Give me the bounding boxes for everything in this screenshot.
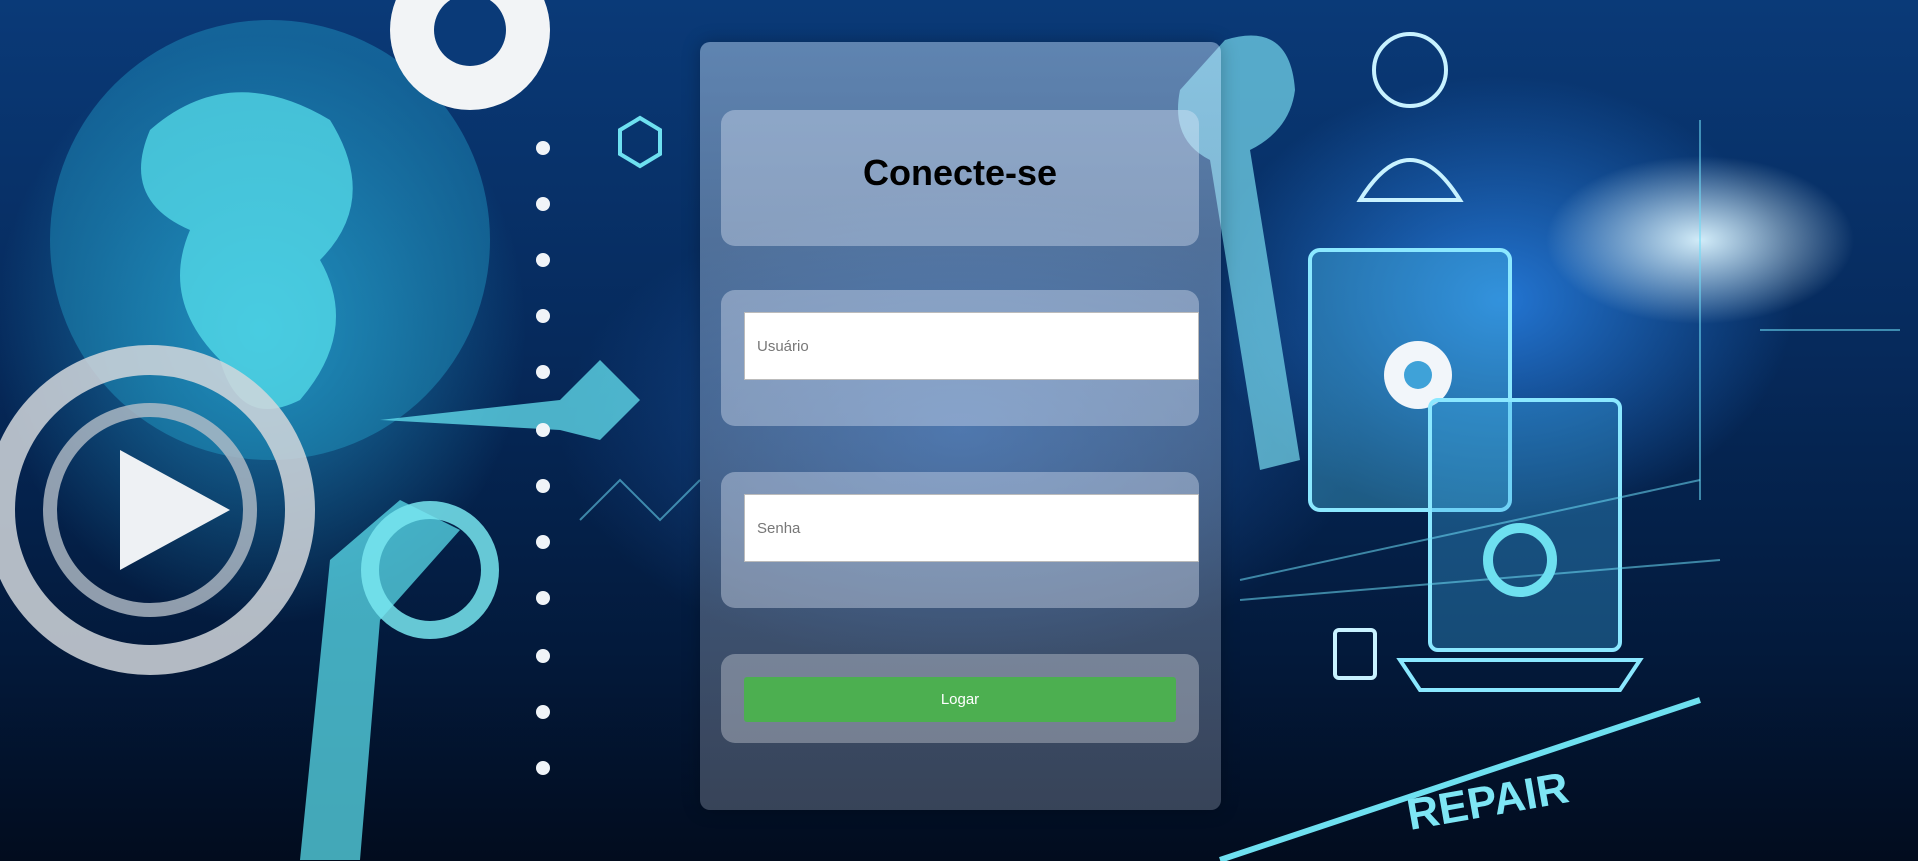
username-card [721, 290, 1199, 426]
login-button[interactable]: Logar [744, 677, 1176, 722]
password-card [721, 472, 1199, 608]
login-panel: Conecte-se Logar [700, 42, 1221, 810]
username-input[interactable] [744, 312, 1199, 380]
title-card: Conecte-se [721, 110, 1199, 246]
password-input[interactable] [744, 494, 1199, 562]
submit-card: Logar [721, 654, 1199, 743]
login-title: Conecte-se [862, 152, 1058, 193]
svg-text:REPAIR: REPAIR [1403, 763, 1572, 840]
